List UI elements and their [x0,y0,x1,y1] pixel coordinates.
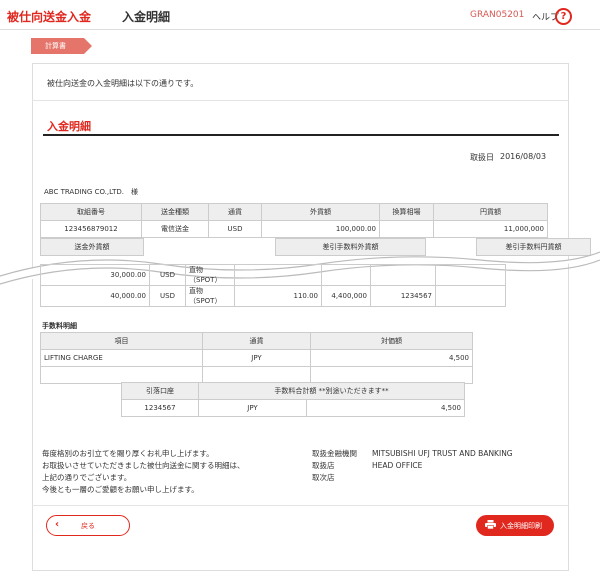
table-cell [435,285,506,307]
message-line: 上記の通りでございます。 [42,473,132,482]
chevron-left-icon: ‹ [55,519,60,530]
table-cell: 直物（SPOT） [185,264,235,286]
table-cell: LIFTING CHARGE [40,349,203,367]
header-divider [0,29,600,30]
branch-value: HEAD OFFICE [372,461,423,470]
table-cell: USD [149,285,186,307]
bank-label: 取扱金融機関 [312,449,357,458]
table-row: 30,000.00 USD 直物（SPOT） [40,264,506,286]
printer-icon [485,520,496,529]
header-cell: 手数料合計額 **別途いただきます** [198,382,465,400]
table-cell: 30,000.00 [40,264,150,286]
screen-code: GRAN05201 [470,10,525,20]
table-cell: 4,400,000 [321,285,371,307]
section-title: 被仕向送金入金 [7,10,92,24]
footer-divider [32,505,569,506]
table-cell [310,366,473,384]
branch-label: 取扱店 [312,461,335,470]
table-row: LIFTING CHARGE JPY 4,500 [40,349,473,367]
header-cell: 通貨 [202,332,311,350]
fees-table: 項目 通貨 対価額 LIFTING CHARGE JPY 4,500 [40,332,473,384]
table-cell: 11,000,000 [433,220,548,238]
table-row: 40,000.00 USD 直物（SPOT） 110.00 4,400,000 … [40,285,506,307]
intro-text: 被仕向送金の入金明細は以下の通りです。 [47,79,199,88]
print-button[interactable]: 入金明細印刷 [476,515,554,536]
table-cell: 1234567 [121,399,199,417]
table-cell [435,264,506,286]
table-cell: 4,500 [306,399,465,417]
table-cell: 1234567 [370,285,436,307]
bank-info-labels: 取扱金融機関 取扱店 取次店 [312,448,357,484]
table-cell: USD [208,220,262,238]
agent-label: 取次店 [312,473,335,482]
header-cell: 対価額 [310,332,473,350]
fees-title: 手数料明細 [42,322,77,330]
table-cell: 123456879012 [40,220,142,238]
header-cell: 通貨 [208,203,262,221]
table-cell: JPY [202,349,311,367]
help-icon[interactable]: ? [555,8,572,25]
table-cell [321,264,371,286]
header-cell: 換算相場 [379,203,434,221]
table-cell: 電信送金 [141,220,209,238]
details-title: 入金明細 [47,120,91,133]
table-cell: USD [149,264,186,286]
step-arrow [84,38,92,54]
table-cell [40,366,203,384]
table-cell: JPY [198,399,307,417]
table-cell [234,264,322,286]
page-title: 入金明細 [122,10,171,24]
table-row: 1234567 JPY 4,500 [121,399,465,417]
step-indicator: 計算書 [31,38,84,54]
table-cell: 4,500 [310,349,473,367]
bank-value: MITSUBISHI UFJ TRUST AND BANKING [372,449,513,458]
closing-message: 毎度格別のお引立てを賜り厚くお礼申し上げます。 お取扱いさせていただきました被仕… [42,448,245,496]
customer-name: ABC TRADING CO.,LTD. 様 [44,188,138,196]
remittance-table: 取組番号 送金種類 通貨 外貨額 換算相場 円貨額 123456879012 電… [40,203,548,238]
back-button[interactable]: ‹ 戻る [46,515,130,536]
header-cell: 円貨額 [433,203,548,221]
table-cell [379,220,434,238]
header-cell: 送金種類 [141,203,209,221]
back-button-label: 戻る [81,522,95,530]
header-cell: 取組番号 [40,203,142,221]
table-cell: 40,000.00 [40,285,150,307]
header-cell: 引落口座 [121,382,199,400]
header-cell: 項目 [40,332,203,350]
bank-info-values: MITSUBISHI UFJ TRUST AND BANKING HEAD OF… [372,448,513,472]
date-label: 取扱日 [470,153,494,162]
message-line: お取扱いさせていただきました被仕向送金に関する明細は、 [42,461,245,470]
table-cell [202,366,311,384]
table-cell: 100,000.00 [261,220,380,238]
table-cell: 110.00 [234,285,322,307]
table-row [40,366,473,384]
fees-summary-table: 引落口座 手数料合計額 **別途いただきます** 1234567 JPY 4,5… [121,382,465,417]
table-cell: 直物（SPOT） [185,285,235,307]
details-title-underline [43,134,559,136]
header-cell: 外貨額 [261,203,380,221]
message-line: 毎度格別のお引立てを賜り厚くお礼申し上げます。 [42,449,214,458]
date-value: 2016/08/03 [500,152,547,161]
print-button-label: 入金明細印刷 [500,522,542,530]
card-divider [32,100,569,101]
message-line: 今後とも一層のご愛顧をお願い申し上げます。 [42,485,199,494]
remittance-rows-table: 30,000.00 USD 直物（SPOT） 40,000.00 USD 直物（… [40,264,506,307]
table-cell [370,264,436,286]
